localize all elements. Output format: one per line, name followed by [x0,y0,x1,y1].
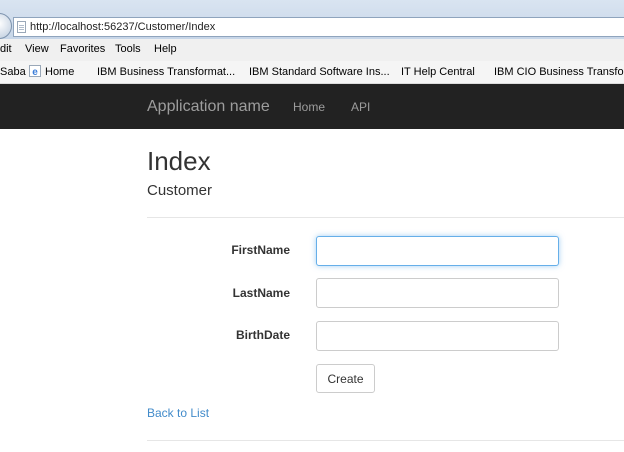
favorite-it-help-central[interactable]: IT Help Central [401,66,475,78]
menu-help[interactable]: Help [154,43,177,55]
birthdate-input[interactable] [316,321,559,351]
address-url[interactable]: http://localhost:56237/Customer/Index [30,21,215,33]
back-arrow-icon[interactable] [0,13,12,39]
page-title: Index [147,146,211,176]
back-to-list-link[interactable]: Back to List [147,406,209,420]
favorite-ibm-business-transformation[interactable]: IBM Business Transformat... [97,66,235,78]
favorite-saba[interactable]: Saba [0,66,26,78]
page-icon [17,21,26,33]
app-navbar: Application name Home API [0,84,624,129]
navbar-brand[interactable]: Application name [147,98,270,116]
footer-divider [147,440,624,441]
menu-edit[interactable]: dit [0,43,12,55]
svg-text:e: e [32,67,38,77]
lastname-label: LastName [232,286,290,300]
favorite-ibm-cio-business[interactable]: IBM CIO Business Transfo... [494,66,624,78]
favorite-ibm-standard-software[interactable]: IBM Standard Software Ins... [249,66,390,78]
lastname-input[interactable] [316,278,559,308]
divider [147,217,624,218]
nav-link-api[interactable]: API [351,100,370,114]
menu-favorites[interactable]: Favorites [60,43,105,55]
menu-view[interactable]: View [25,43,49,55]
nav-link-home[interactable]: Home [293,100,325,114]
favorites-bar: Saba e Home IBM Business Transformat... … [0,61,624,84]
address-bar[interactable]: http://localhost:56237/Customer/Index [13,17,624,37]
create-button[interactable]: Create [316,364,375,393]
favorite-home[interactable]: Home [45,66,74,78]
ie-icon: e [29,65,41,77]
page-subtitle: Customer [147,182,213,199]
firstname-label: FirstName [231,243,290,257]
birthdate-label: BirthDate [235,328,290,342]
browser-address-strip: http://localhost:56237/Customer/Index [0,0,624,39]
menu-tools[interactable]: Tools [115,43,141,55]
firstname-input[interactable] [316,236,559,266]
browser-menu-bar: dit View Favorites Tools Help [0,39,624,61]
